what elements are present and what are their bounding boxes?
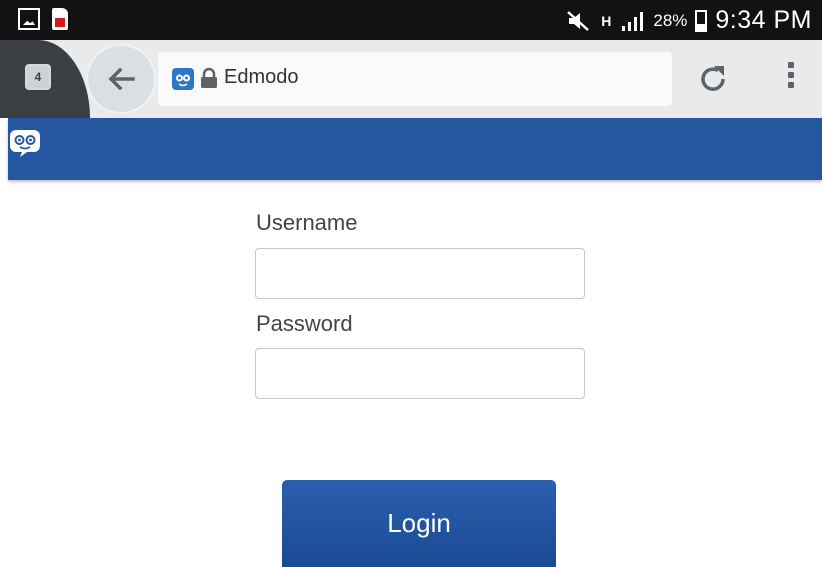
battery-level-fill	[697, 24, 706, 30]
address-bar[interactable]: Edmodo	[158, 52, 672, 106]
battery-percent: 28%	[653, 10, 688, 30]
status-bar-left	[18, 8, 68, 30]
edmodo-logo-icon[interactable]	[8, 124, 44, 158]
network-type-label: H	[601, 12, 612, 29]
lock-icon	[201, 67, 217, 88]
signal-icon	[622, 11, 644, 31]
image-icon	[18, 8, 40, 30]
clock: 9:34 PM	[715, 6, 812, 34]
mute-icon	[567, 10, 590, 31]
username-input[interactable]	[255, 248, 585, 299]
tab-switcher-button[interactable]: 4	[25, 64, 51, 90]
login-button[interactable]: Login	[282, 480, 556, 567]
status-bar-right: H 28% 9:34 PM	[565, 6, 812, 35]
menu-icon[interactable]	[786, 62, 796, 98]
reload-icon[interactable]	[696, 62, 730, 96]
username-label: Username	[256, 210, 358, 235]
back-arrow-icon	[108, 67, 135, 91]
menu-dot	[788, 82, 794, 88]
app-header	[8, 118, 822, 180]
menu-dot	[788, 72, 794, 78]
back-button[interactable]	[88, 46, 154, 112]
sd-card-icon	[52, 8, 68, 30]
password-label: Password	[256, 311, 353, 336]
browser-toolbar: 4 Edmodo	[0, 40, 822, 118]
battery-icon	[695, 9, 708, 32]
menu-dot	[788, 62, 794, 68]
password-input[interactable]	[255, 348, 585, 399]
edmodo-favicon	[172, 68, 194, 90]
url-text: Edmodo	[224, 66, 299, 88]
status-bar: H 28% 9:34 PM	[0, 0, 822, 40]
tab-switcher-area: 4	[0, 40, 90, 118]
